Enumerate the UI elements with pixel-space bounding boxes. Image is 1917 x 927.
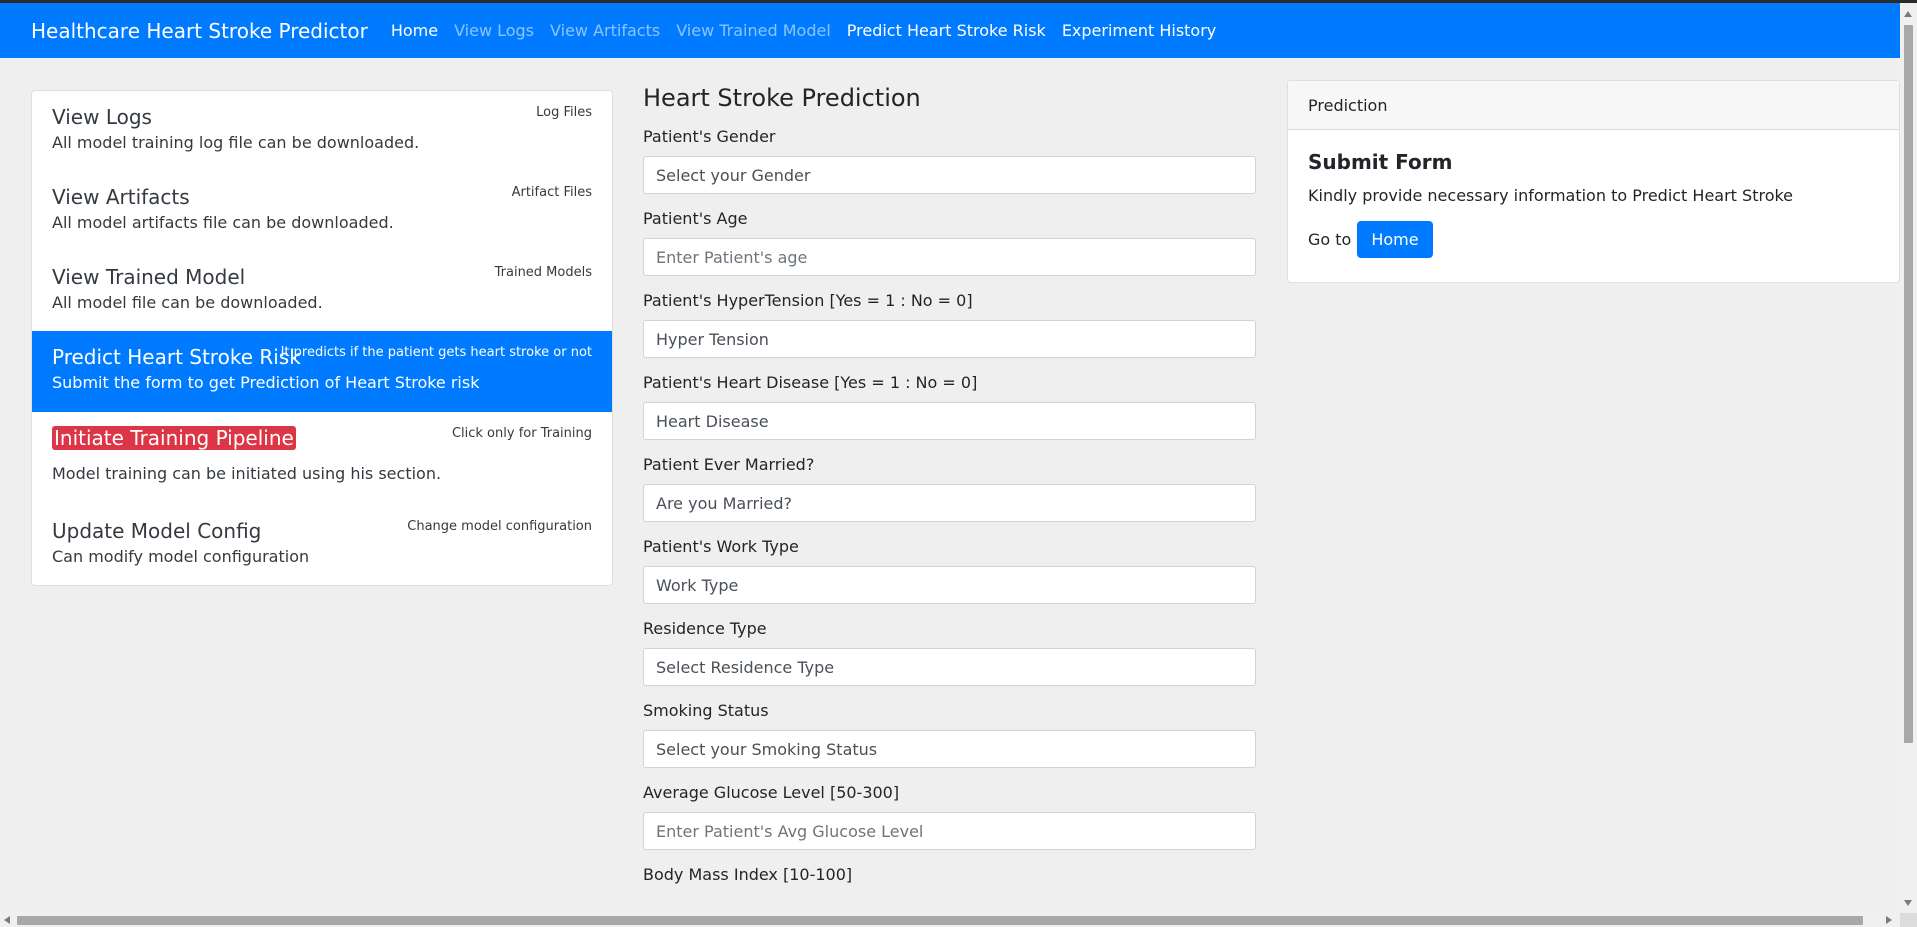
bmi-label: Body Mass Index [10-100] (643, 865, 853, 884)
hypertension-input[interactable] (643, 320, 1256, 358)
training-pipeline-badge[interactable]: Initiate Training Pipeline (52, 426, 296, 450)
form-group-bmi: Body Mass Index [10-100] (643, 864, 1256, 886)
sidebar-item-title: View Artifacts (52, 185, 190, 209)
sidebar-item-desc: Submit the form to get Prediction of Hea… (52, 373, 480, 392)
form-group-avg-glucose: Average Glucose Level [50-300] (643, 782, 1256, 850)
navbar-brand[interactable]: Healthcare Heart Stroke Predictor (31, 19, 368, 43)
form-group-work-type: Patient's Work Type (643, 536, 1256, 604)
work-type-label: Patient's Work Type (643, 537, 799, 556)
card-header: Prediction (1288, 81, 1899, 130)
sidebar-item-title: View Logs (52, 105, 152, 129)
ever-married-input[interactable] (643, 484, 1256, 522)
card-text: Kindly provide necessary information to … (1308, 186, 1794, 205)
form-group-smoking-status: Smoking Status (643, 700, 1256, 768)
sidebar-item-title: Initiate Training Pipeline (52, 424, 296, 452)
sidebar-list-group: View Logs Log Files All model training l… (31, 90, 613, 586)
residence-type-label: Residence Type (643, 619, 767, 638)
residence-type-input[interactable] (643, 648, 1256, 686)
sidebar-item-update-model-config[interactable]: Update Model Config Change model configu… (32, 505, 612, 585)
vertical-scrollbar-thumb[interactable] (1904, 25, 1913, 743)
heart-disease-label: Patient's Heart Disease [Yes = 1 : No = … (643, 373, 978, 392)
prediction-card: Prediction Submit Form Kindly provide ne… (1287, 80, 1900, 283)
sidebar-item-initiate-training-pipeline[interactable]: Initiate Training Pipeline Click only fo… (32, 412, 612, 505)
nav-predict-heart-stroke-risk[interactable]: Predict Heart Stroke Risk (847, 21, 1046, 40)
home-button[interactable]: Home (1357, 221, 1433, 258)
smoking-status-input[interactable] (643, 730, 1256, 768)
nav-home[interactable]: Home (391, 21, 438, 40)
sidebar-item-title: View Trained Model (52, 265, 246, 289)
scroll-right-arrow-icon[interactable] (1886, 916, 1892, 924)
sidebar-item-view-logs[interactable]: View Logs Log Files All model training l… (32, 91, 612, 171)
horizontal-scrollbar[interactable] (0, 913, 1900, 927)
sidebar-item-tag: Trained Models (494, 265, 592, 280)
sidebar-item-tag: Log Files (536, 105, 592, 120)
sidebar-item-tag: Click only for Training (451, 426, 592, 441)
form-group-hypertension: Patient's HyperTension [Yes = 1 : No = 0… (643, 290, 1256, 358)
sidebar-item-title: Predict Heart Stroke Risk (52, 345, 301, 369)
sidebar-item-tag: It predicts if the patient gets heart st… (280, 345, 592, 360)
sidebar-item-desc: Model training can be initiated using hi… (52, 464, 442, 483)
scroll-left-arrow-icon[interactable] (4, 916, 10, 924)
sidebar-item-desc: Can modify model configuration (52, 547, 310, 566)
work-type-input[interactable] (643, 566, 1256, 604)
form-title: Heart Stroke Prediction (643, 84, 921, 112)
nav-view-trained-model[interactable]: View Trained Model (676, 21, 831, 40)
avg-glucose-input[interactable] (643, 812, 1256, 850)
form-group-ever-married: Patient Ever Married? (643, 454, 1256, 522)
prediction-form: Heart Stroke Prediction Patient's Gender… (643, 80, 1256, 900)
navbar: Healthcare Heart Stroke Predictor Home V… (0, 3, 1900, 58)
form-group-residence-type: Residence Type (643, 618, 1256, 686)
sidebar-item-desc: All model artifacts file can be download… (52, 213, 394, 232)
form-group-gender: Patient's Gender (643, 126, 1256, 194)
goto-row: Go to Home (1308, 221, 1879, 258)
sidebar-item-desc: All model training log file can be downl… (52, 133, 420, 152)
nav-view-logs[interactable]: View Logs (454, 21, 534, 40)
gender-label: Patient's Gender (643, 127, 776, 146)
smoking-status-label: Smoking Status (643, 701, 769, 720)
ever-married-label: Patient Ever Married? (643, 455, 815, 474)
horizontal-scrollbar-thumb[interactable] (17, 916, 1863, 925)
sidebar-item-title: Update Model Config (52, 519, 262, 543)
card-body: Submit Form Kindly provide necessary inf… (1288, 130, 1899, 278)
sidebar-item-tag: Change model configuration (407, 519, 592, 534)
nav-view-artifacts[interactable]: View Artifacts (550, 21, 660, 40)
gender-input[interactable] (643, 156, 1256, 194)
vertical-scrollbar[interactable] (1900, 3, 1917, 913)
form-group-heart-disease: Patient's Heart Disease [Yes = 1 : No = … (643, 372, 1256, 440)
age-label: Patient's Age (643, 209, 748, 228)
scroll-up-arrow-icon[interactable] (1904, 11, 1912, 17)
sidebar-item-view-trained-model[interactable]: View Trained Model Trained Models All mo… (32, 251, 612, 331)
age-input[interactable] (643, 238, 1256, 276)
goto-label: Go to (1308, 230, 1352, 249)
sidebar-item-desc: All model file can be downloaded. (52, 293, 323, 312)
form-group-age: Patient's Age (643, 208, 1256, 276)
sidebar-item-predict-heart-stroke-risk[interactable]: Predict Heart Stroke Risk It predicts if… (32, 331, 612, 412)
scrollbar-corner (1900, 913, 1917, 927)
sidebar-item-view-artifacts[interactable]: View Artifacts Artifact Files All model … (32, 171, 612, 251)
sidebar-item-tag: Artifact Files (511, 185, 592, 200)
avg-glucose-label: Average Glucose Level [50-300] (643, 783, 900, 802)
nav-experiment-history[interactable]: Experiment History (1062, 21, 1216, 40)
card-title: Submit Form (1308, 150, 1453, 174)
scroll-down-arrow-icon[interactable] (1904, 900, 1912, 906)
heart-disease-input[interactable] (643, 402, 1256, 440)
hypertension-label: Patient's HyperTension [Yes = 1 : No = 0… (643, 291, 973, 310)
